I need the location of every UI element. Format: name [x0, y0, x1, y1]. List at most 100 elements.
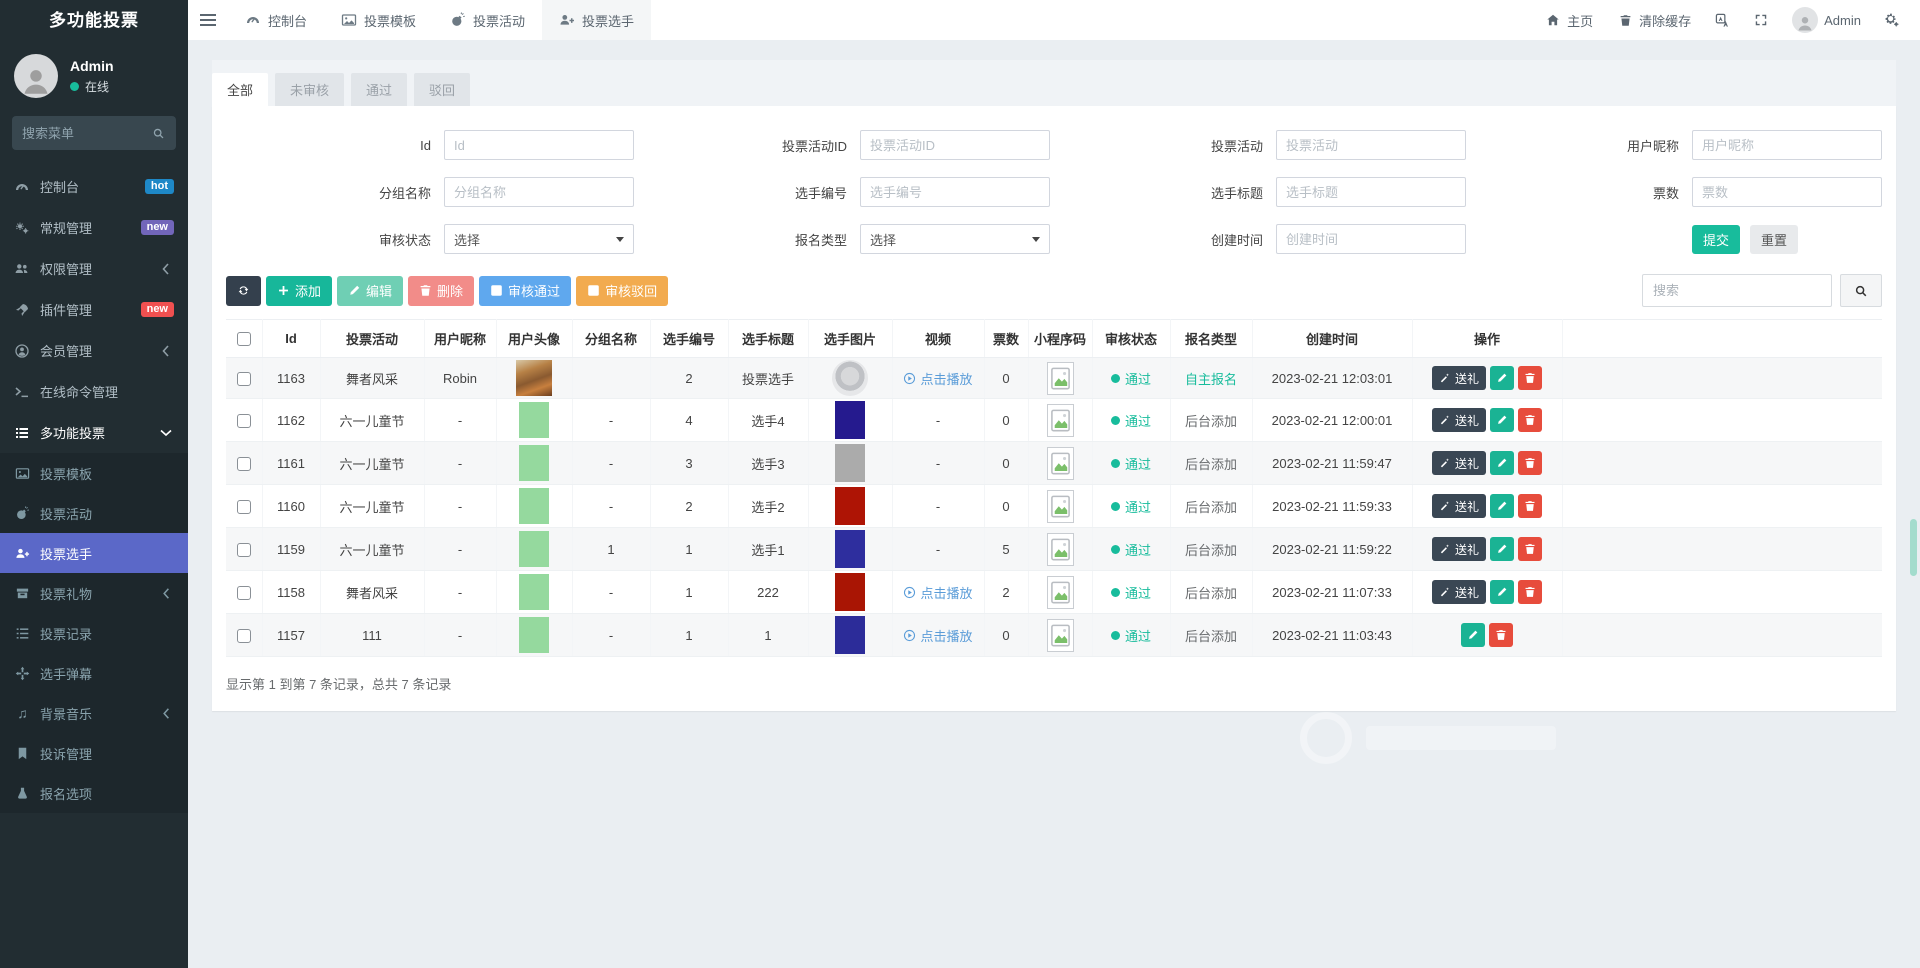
submit-button[interactable]: 提交 — [1692, 225, 1740, 254]
approve-button[interactable]: 审核通过 — [479, 276, 571, 306]
sidebar-item-console[interactable]: 控制台hot — [0, 166, 188, 207]
activity-id-input[interactable] — [860, 130, 1050, 160]
row-checkbox[interactable] — [237, 629, 251, 643]
refresh-button[interactable] — [226, 276, 261, 306]
cell-spacer — [1562, 399, 1882, 442]
nickname-input[interactable] — [1692, 130, 1882, 160]
pencil-icon — [1496, 543, 1508, 555]
sidebar-search — [12, 116, 176, 150]
status-tab-2[interactable]: 通过 — [351, 73, 407, 106]
edit-button[interactable] — [1490, 451, 1514, 475]
sidebar-item-background-music[interactable]: ♫背景音乐 — [0, 693, 188, 733]
tab-console[interactable]: 控制台 — [228, 0, 324, 40]
sidebar-item-vote-records[interactable]: 投票记录 — [0, 613, 188, 653]
reset-button[interactable]: 重置 — [1750, 225, 1798, 254]
fullscreen-icon[interactable] — [1754, 13, 1768, 27]
sidebar-item-general[interactable]: 常规管理new — [0, 207, 188, 248]
edit-button[interactable] — [1461, 623, 1485, 647]
edit-button[interactable] — [1490, 537, 1514, 561]
delete-button[interactable] — [1518, 494, 1542, 518]
user-menu[interactable]: Admin — [1792, 7, 1861, 33]
sidebar-item-signup-options[interactable]: 报名选项 — [0, 773, 188, 813]
send-gift-button[interactable]: 送礼 — [1432, 408, 1486, 432]
play-video-link[interactable]: 点击播放 — [903, 626, 972, 645]
sidebar-item-vote-activities[interactable]: 投票活动 — [0, 493, 188, 533]
created-time-input[interactable] — [1276, 224, 1466, 254]
row-checkbox[interactable] — [237, 414, 251, 428]
play-video-link[interactable]: 点击播放 — [903, 583, 972, 602]
status-dot — [1111, 545, 1120, 554]
edit-button[interactable]: 编辑 — [337, 276, 403, 306]
translate-icon[interactable] — [1715, 13, 1730, 28]
edit-button[interactable] — [1490, 580, 1514, 604]
cell-avatar — [496, 358, 572, 399]
reg-type-select[interactable]: 选择 — [860, 224, 1050, 254]
sidebar-item-permissions[interactable]: 权限管理 — [0, 248, 188, 289]
sidebar-item-multi-vote[interactable]: 多功能投票 — [0, 412, 188, 453]
tab-vote-players[interactable]: 投票选手 — [542, 0, 651, 40]
select-all-checkbox[interactable] — [237, 332, 251, 346]
row-checkbox[interactable] — [237, 500, 251, 514]
votes-input[interactable] — [1692, 177, 1882, 207]
edit-button[interactable] — [1490, 366, 1514, 390]
send-gift-button[interactable]: 送礼 — [1432, 451, 1486, 475]
delete-button[interactable] — [1489, 623, 1513, 647]
edit-button[interactable] — [1490, 408, 1514, 432]
delete-button[interactable] — [1518, 366, 1542, 390]
row-checkbox[interactable] — [237, 457, 251, 471]
gift-icon — [15, 586, 30, 601]
menu-search-input[interactable] — [22, 126, 144, 141]
sidebar-item-vote-players[interactable]: 投票选手 — [0, 533, 188, 573]
row-checkbox[interactable] — [237, 543, 251, 557]
send-gift-button[interactable]: 送礼 — [1432, 580, 1486, 604]
sidebar-item-plugins[interactable]: 插件管理new — [0, 289, 188, 330]
send-gift-button[interactable]: 送礼 — [1432, 494, 1486, 518]
reject-button[interactable]: 审核驳回 — [576, 276, 668, 306]
status-tab-0[interactable]: 全部 — [212, 73, 268, 106]
status-dot — [1111, 631, 1120, 640]
send-gift-button[interactable]: 送礼 — [1432, 537, 1486, 561]
play-video-link[interactable]: 点击播放 — [903, 369, 972, 388]
sidebar-item-vote-gifts[interactable]: 投票礼物 — [0, 573, 188, 613]
cell-group: - — [572, 399, 650, 442]
delete-button[interactable] — [1518, 451, 1542, 475]
cell-activity: 六一儿童节 — [320, 485, 424, 528]
row-checkbox[interactable] — [237, 586, 251, 600]
hamburger-icon[interactable] — [188, 0, 228, 40]
status-badge: 通过 — [1111, 454, 1151, 473]
group-name-input[interactable] — [444, 177, 634, 207]
sidebar-item-online-commands[interactable]: 在线命令管理 — [0, 371, 188, 412]
activity-input[interactable] — [1276, 130, 1466, 160]
delete-button[interactable] — [1518, 537, 1542, 561]
cell-spacer — [1562, 442, 1882, 485]
player-number-input[interactable] — [860, 177, 1050, 207]
sidebar-item-vote-templates[interactable]: 投票模板 — [0, 453, 188, 493]
settings-gears-icon[interactable] — [1885, 13, 1900, 28]
id-input[interactable] — [444, 130, 634, 160]
cell-avatar — [496, 528, 572, 571]
sidebar-item-player-danmaku[interactable]: 选手弹幕 — [0, 653, 188, 693]
gears-icon — [14, 220, 30, 236]
status-tab-1[interactable]: 未审核 — [275, 73, 344, 106]
delete-button[interactable] — [1518, 408, 1542, 432]
delete-button[interactable]: 删除 — [408, 276, 474, 306]
home-button[interactable]: 主页 — [1545, 11, 1593, 30]
tab-vote-templates[interactable]: 投票模板 — [324, 0, 433, 40]
sidebar-item-complaints[interactable]: 投诉管理 — [0, 733, 188, 773]
sidebar-item-members[interactable]: 会员管理 — [0, 330, 188, 371]
clear-cache-button[interactable]: 清除缓存 — [1617, 11, 1691, 30]
player-title-input[interactable] — [1276, 177, 1466, 207]
status-tab-3[interactable]: 驳回 — [414, 73, 470, 106]
table-search-input[interactable] — [1642, 274, 1832, 307]
audit-status-select[interactable]: 选择 — [444, 224, 634, 254]
table-search-button[interactable] — [1840, 274, 1882, 307]
add-button[interactable]: 添加 — [266, 276, 332, 306]
send-gift-button[interactable]: 送礼 — [1432, 366, 1486, 390]
row-checkbox[interactable] — [237, 372, 251, 386]
edit-button[interactable] — [1490, 494, 1514, 518]
scrollbar-thumb[interactable] — [1910, 519, 1917, 576]
delete-button[interactable] — [1518, 580, 1542, 604]
table-row: 1157111--11点击播放0通过后台添加2023-02-21 11:03:4… — [226, 614, 1882, 657]
column-header: 小程序码 — [1028, 320, 1092, 358]
tab-vote-activities[interactable]: 投票活动 — [433, 0, 542, 40]
